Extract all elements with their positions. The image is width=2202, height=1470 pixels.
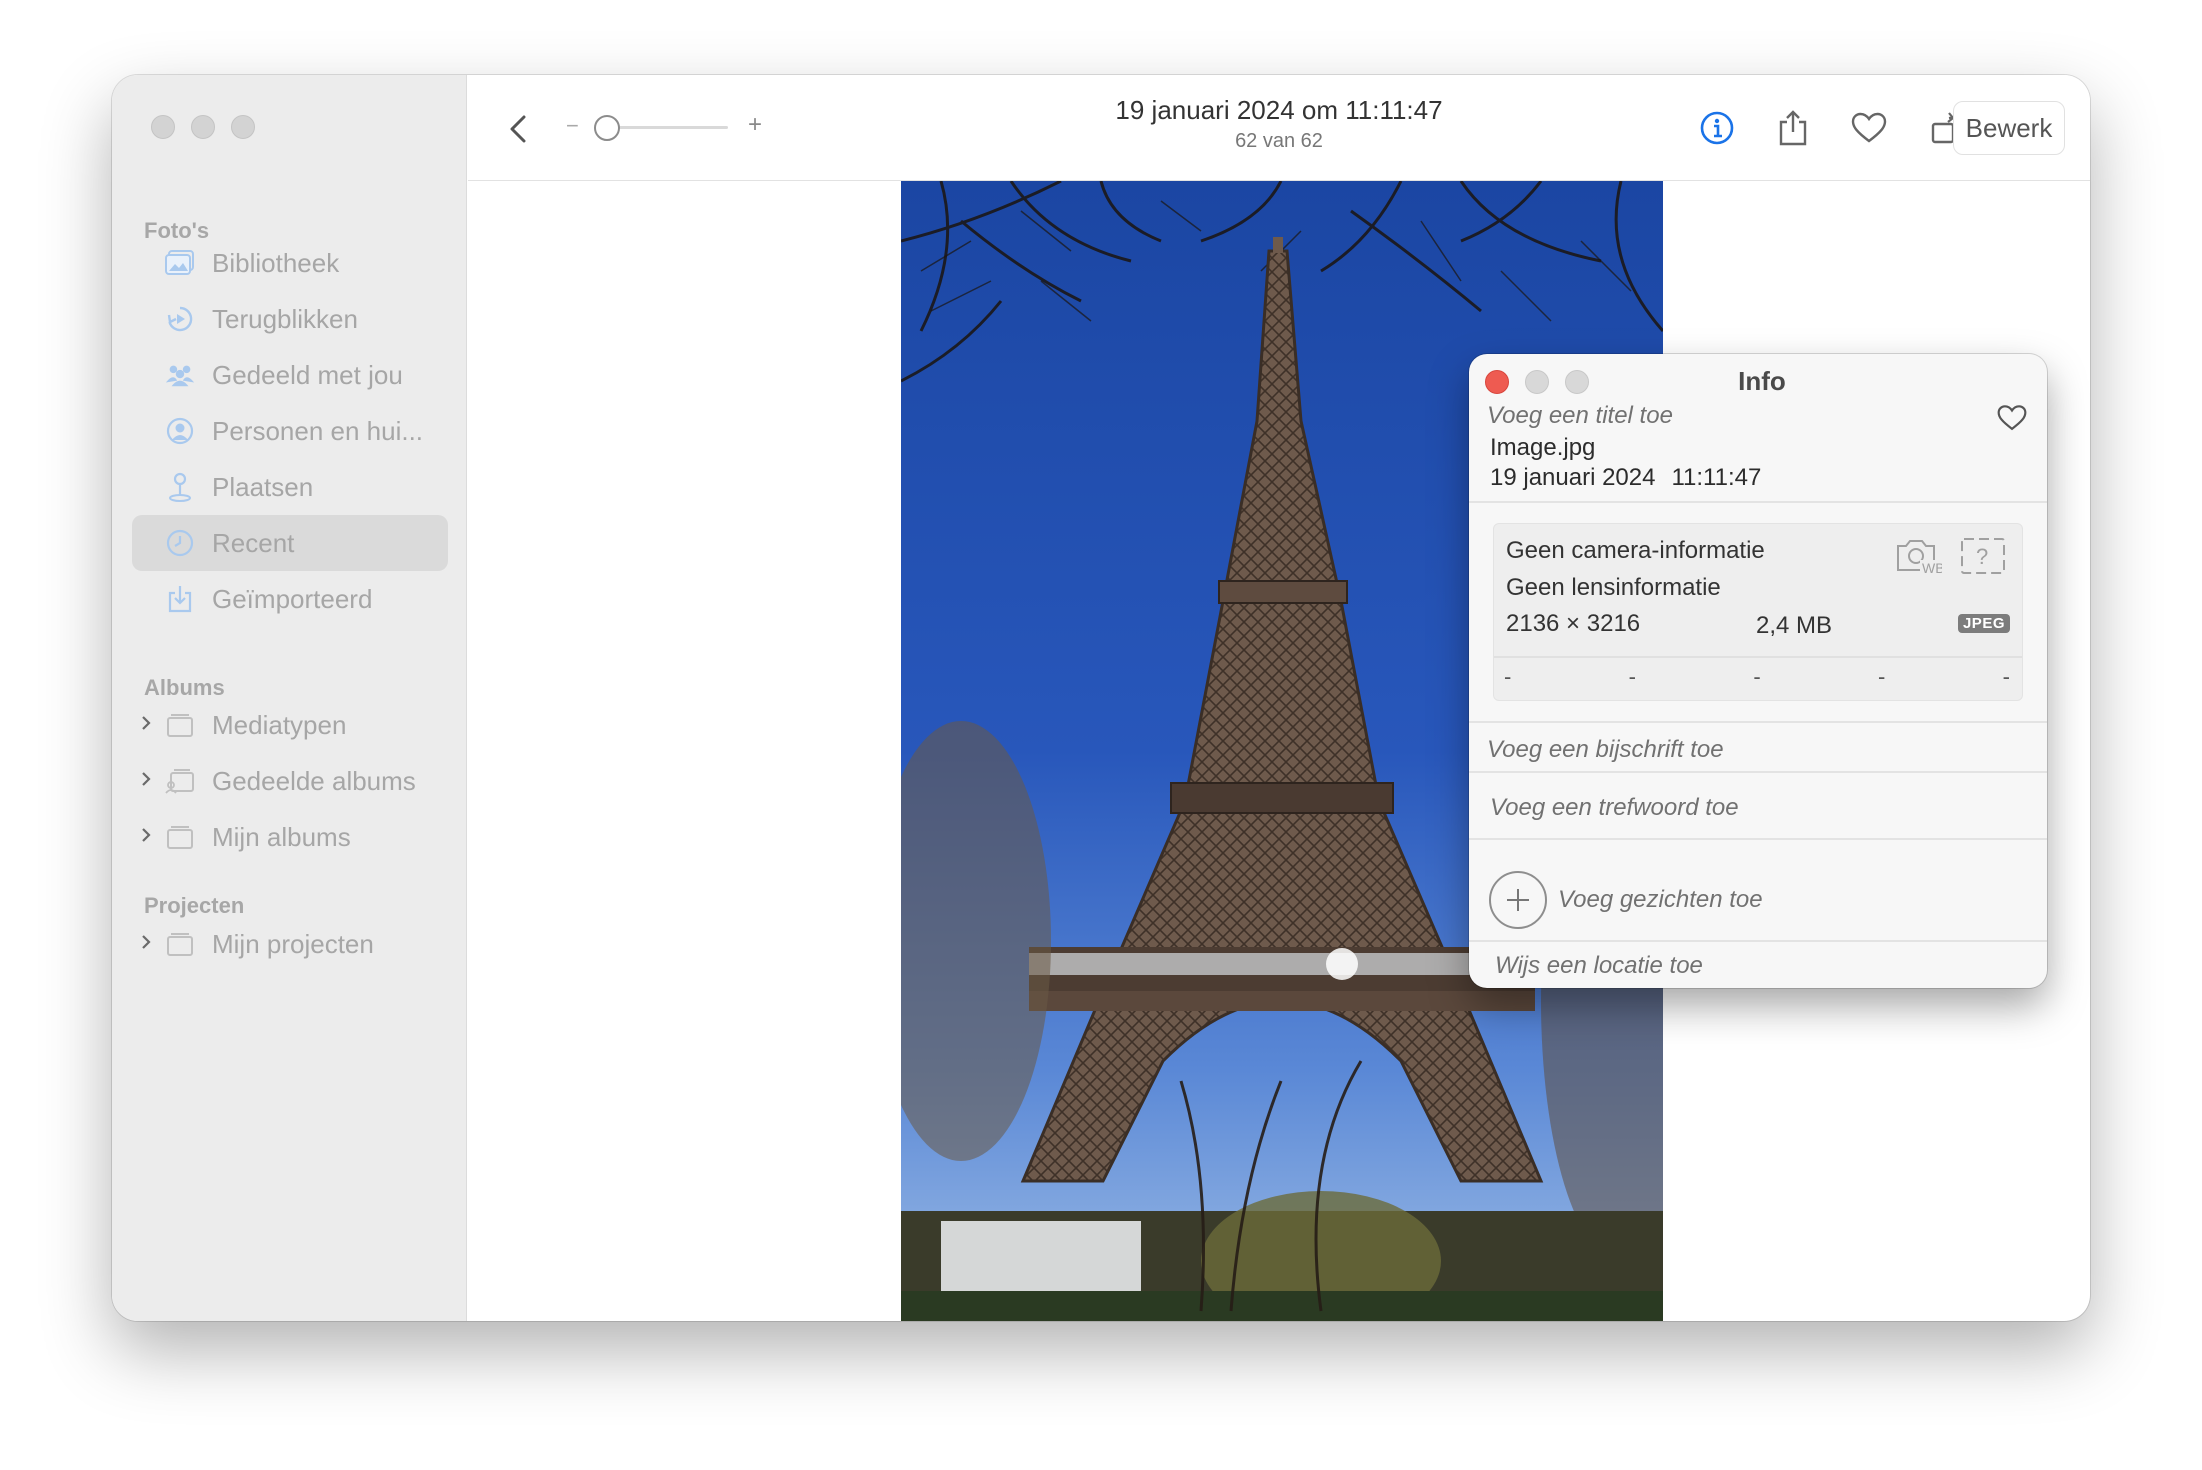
people-icon bbox=[164, 415, 196, 447]
camera-info: Geen camera-informatie bbox=[1506, 537, 1765, 564]
recent-icon bbox=[164, 527, 196, 559]
heart-icon bbox=[1997, 405, 2027, 431]
exif-values: - - - - - bbox=[1504, 664, 2010, 690]
sidebar-item-recent[interactable]: Recent bbox=[132, 515, 448, 571]
info-panel: Info Voeg een titel toe Image.jpg 19 jan… bbox=[1469, 354, 2047, 988]
folder-icon bbox=[164, 821, 196, 853]
divider bbox=[1469, 838, 2047, 840]
info-icon bbox=[1700, 111, 1734, 145]
edit-button[interactable]: Bewerk bbox=[1953, 101, 2065, 155]
svg-text:WB: WB bbox=[1922, 560, 1942, 576]
sidebar-item-shared-with-you[interactable]: Gedeeld met jou bbox=[132, 347, 448, 403]
image-dimensions: 2136 × 3216 bbox=[1506, 610, 1641, 637]
sidebar-item-label: Mijn albums bbox=[212, 821, 351, 852]
sidebar-item-label: Gedeelde albums bbox=[212, 765, 416, 796]
info-favorite-button[interactable] bbox=[1997, 404, 2029, 436]
close-window-button[interactable] bbox=[151, 115, 175, 139]
sidebar-item-label: Mijn projecten bbox=[212, 928, 374, 959]
sidebar-item-library[interactable]: Bibliotheek bbox=[132, 235, 448, 291]
sidebar-item-shared-albums[interactable]: Gedeelde albums bbox=[132, 753, 448, 809]
add-faces-button[interactable] bbox=[1489, 871, 1547, 929]
sidebar-item-imported[interactable]: Geïmporteerd bbox=[132, 571, 448, 627]
format-badge: JPEG bbox=[1957, 614, 2010, 633]
divider bbox=[1469, 940, 2047, 942]
zoom-window-button[interactable] bbox=[231, 115, 255, 139]
lens-info: Geen lensinformatie bbox=[1506, 574, 1721, 601]
heart-icon bbox=[1851, 112, 1887, 143]
toolbar: − + 19 januari 2024 om 11:11:47 62 van 6… bbox=[468, 75, 2090, 181]
svg-text:?: ? bbox=[1976, 544, 1988, 569]
sidebar-item-label: Recent bbox=[212, 527, 295, 558]
chevron-right-icon[interactable] bbox=[140, 768, 156, 794]
shared-album-icon bbox=[164, 765, 196, 797]
location-field[interactable]: Wijs een locatie toe bbox=[1495, 952, 1703, 980]
exif-iso: - bbox=[1504, 664, 1512, 689]
sidebar-item-people[interactable]: Personen en hui... bbox=[132, 403, 448, 459]
divider bbox=[1469, 771, 2047, 773]
file-time: 11:11:47 bbox=[1671, 464, 1762, 491]
minimize-window-button[interactable] bbox=[191, 115, 215, 139]
add-faces-label[interactable]: Voeg gezichten toe bbox=[1558, 886, 1763, 914]
sidebar-item-label: Geïmporteerd bbox=[212, 583, 373, 614]
title-field[interactable]: Voeg een titel toe bbox=[1487, 402, 1673, 430]
sidebar-item-media-types[interactable]: Mediatypen bbox=[132, 697, 448, 753]
sidebar-item-label: Terugblikken bbox=[212, 303, 358, 334]
sidebar: Foto's Bibliotheek Terugblikken Gedeeld … bbox=[112, 75, 467, 1321]
unknown-info-icon: ? bbox=[1960, 536, 2006, 576]
folder-icon bbox=[164, 928, 196, 960]
caption-field[interactable]: Voeg een bijschrift toe bbox=[1487, 736, 1724, 764]
sidebar-item-label: Personen en hui... bbox=[212, 415, 424, 446]
chevron-right-icon[interactable] bbox=[140, 824, 156, 850]
file-date: 19 januari 2024 bbox=[1490, 464, 1656, 491]
file-size: 2,4 MB bbox=[1756, 612, 1833, 639]
chevron-right-icon[interactable] bbox=[140, 712, 156, 738]
sidebar-item-memories[interactable]: Terugblikken bbox=[132, 291, 448, 347]
file-datetime: 19 januari 2024 11:11:47 bbox=[1490, 464, 1761, 492]
sidebar-item-label: Plaatsen bbox=[212, 471, 314, 502]
exif-shutter: - bbox=[2002, 664, 2010, 689]
imported-icon bbox=[164, 583, 196, 615]
divider bbox=[1494, 656, 2022, 658]
divider bbox=[1469, 501, 2047, 503]
sidebar-item-label: Gedeeld met jou bbox=[212, 359, 403, 390]
exif-exposure: - bbox=[1753, 664, 1761, 689]
sidebar-item-label: Mediatypen bbox=[212, 709, 347, 740]
info-button[interactable] bbox=[1694, 105, 1740, 151]
window-controls bbox=[151, 115, 255, 139]
memories-icon bbox=[164, 303, 196, 335]
chevron-right-icon[interactable] bbox=[140, 931, 156, 957]
sidebar-item-label: Bibliotheek bbox=[212, 247, 340, 278]
share-button[interactable] bbox=[1770, 105, 1816, 151]
share-icon bbox=[1779, 110, 1807, 146]
sidebar-item-places[interactable]: Plaatsen bbox=[132, 459, 448, 515]
exif-focal-length: - bbox=[1628, 664, 1636, 689]
file-name: Image.jpg bbox=[1490, 434, 1596, 461]
camera-info-box: Geen camera-informatie Geen lensinformat… bbox=[1493, 523, 2023, 701]
keyword-field[interactable]: Voeg een trefwoord toe bbox=[1490, 794, 1739, 822]
sidebar-item-my-albums[interactable]: Mijn albums bbox=[132, 809, 448, 865]
photos-window: Foto's Bibliotheek Terugblikken Gedeeld … bbox=[112, 75, 2090, 1321]
shared-with-you-icon bbox=[164, 359, 196, 391]
info-panel-title: Info bbox=[1738, 366, 1786, 396]
library-icon bbox=[164, 247, 196, 279]
sidebar-item-my-projects[interactable]: Mijn projecten bbox=[132, 916, 448, 972]
white-balance-icon: WB bbox=[1894, 536, 1945, 576]
exif-aperture: - bbox=[1877, 664, 1886, 689]
plus-icon bbox=[1507, 889, 1529, 911]
folder-icon bbox=[164, 709, 196, 741]
divider bbox=[1469, 721, 2047, 723]
favorite-button[interactable] bbox=[1846, 105, 1892, 151]
places-icon bbox=[164, 471, 196, 503]
